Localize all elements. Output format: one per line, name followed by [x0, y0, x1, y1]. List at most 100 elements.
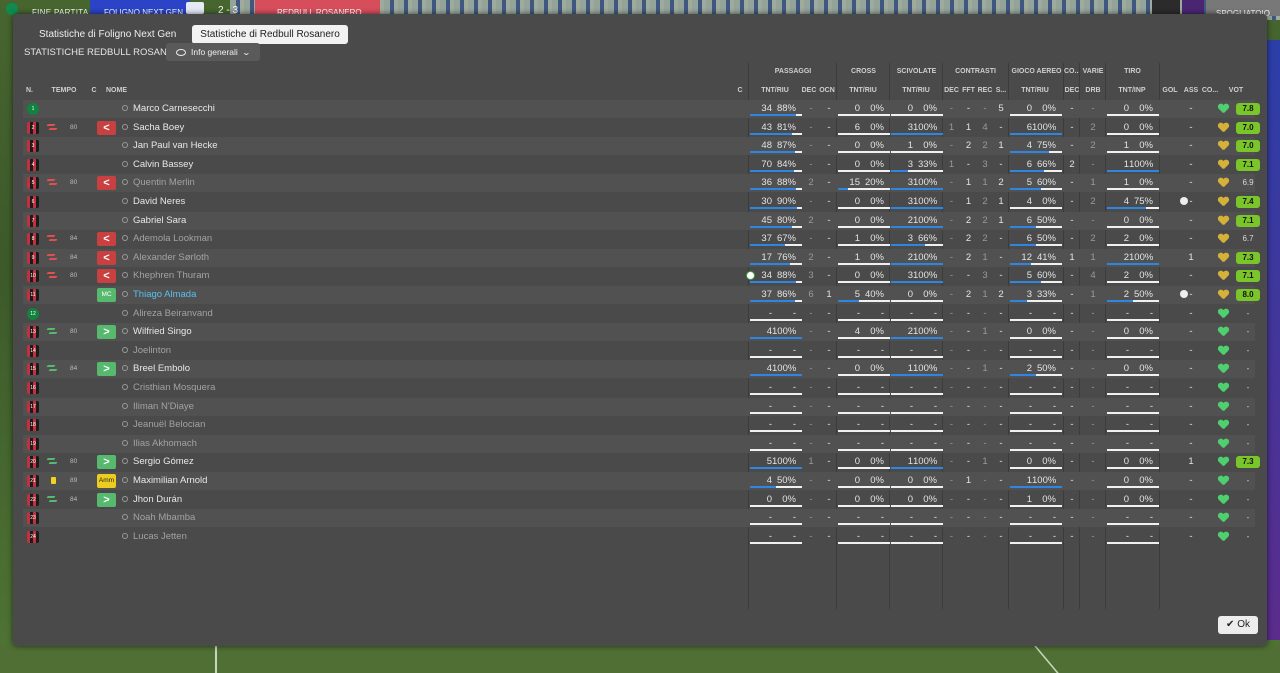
column-header-vot[interactable]: VOT [1223, 87, 1249, 94]
recoveries: 1 [982, 177, 988, 189]
aerial-bar-fill [1010, 300, 1028, 302]
column-header-s[interactable]: S... [994, 87, 1008, 94]
column-header-aer_tnt[interactable]: TNT/RIU [1011, 87, 1059, 94]
column-header-rec[interactable]: REC [977, 87, 993, 94]
player-name[interactable]: Breel Embolo [133, 360, 190, 378]
table-row[interactable]: 22 84 > Jhon Durán 0 0% - -0 0% 0 0% - - - -1 0% - -0 0% - - [23, 491, 1255, 509]
player-name[interactable]: Ademola Lookman [133, 230, 212, 248]
fouls: - [966, 530, 971, 542]
column-header-fft[interactable]: FFT [961, 87, 976, 94]
column-header-c2[interactable]: C [735, 87, 745, 94]
player-name[interactable]: Jhon Durán [133, 491, 182, 509]
aerial-bar-fill [1010, 151, 1049, 154]
tab-away-stats[interactable]: Statistiche di Redbull Rosanero [192, 25, 348, 44]
column-header-nome[interactable]: NOME [106, 87, 146, 94]
player-name[interactable]: Quentin Merlin [133, 174, 195, 192]
ok-button[interactable]: ✔ Ok [1218, 616, 1258, 634]
condition-heart-icon [1218, 327, 1228, 337]
player-name[interactable]: Alexander Sørloth [133, 249, 209, 267]
dribbles-decisive: - [1070, 344, 1074, 356]
table-row[interactable]: 15 84 > Breel Embolo 4 100% - -0 0% 1 100% - -1-2 50%… [23, 360, 1255, 379]
crosses-bar [838, 300, 890, 302]
column-header-ocn[interactable]: OCN [819, 87, 835, 94]
player-name[interactable]: Sergio Gómez [133, 453, 194, 471]
table-row[interactable]: 4 Calvin Bassey 70 84% - -0 0% 3 33% 1-3-6 66% 2-1 1… [23, 156, 1260, 174]
table-row[interactable]: 23 Noah Mbamba - - - - - - - - - - - - - - - - - - - - [23, 509, 1255, 528]
table-row[interactable]: 6 David Neres 30 90% - -0 0% 3 100% -1 2 1 4 0% -2 4 75%… [23, 193, 1260, 211]
column-header-gol[interactable]: GOL [1160, 87, 1180, 94]
player-name[interactable]: David Neres [133, 193, 185, 211]
table-row[interactable]: 9 84 < Alexander Sørloth 17 76% 2-1 0% 2 100% -2 1-… [23, 248, 1260, 267]
column-header-cross_tnt[interactable]: TNT/RIU [839, 87, 887, 94]
player-name[interactable]: Calvin Bassey [133, 156, 193, 174]
column-header-con_dec[interactable]: DEC [944, 87, 959, 94]
team-tabs: Statistiche di Foligno Next Gen Statisti… [31, 25, 348, 44]
table-row[interactable]: 19 Ilias Akhomach - - - - - - - - - - - - - - - - - - - - [23, 434, 1255, 453]
player-name[interactable]: Alireza Beiranvand [133, 305, 213, 323]
player-name[interactable]: Iliman N'Diaye [133, 398, 194, 416]
substitution-icon [46, 179, 58, 186]
table-row[interactable]: 24 Lucas Jetten - - - - - - - - - - - - - - - - - - - - [23, 528, 1255, 546]
table-row[interactable]: 12 Alireza Beiranvand - - - - - - - - - - - - - - - - - - - - [23, 305, 1255, 323]
player-name[interactable]: Joelinton [133, 342, 171, 360]
shots-bar [1107, 300, 1159, 302]
player-name[interactable]: Jeanuël Belocian [133, 416, 205, 434]
player-name[interactable]: Cristhian Mosquera [133, 379, 215, 397]
player-name[interactable]: Maximilian Arnold [133, 472, 207, 490]
table-row[interactable]: 1 Marco Carnesecchi 34 88% - -0 0% 0 0% - - -5 0 0% - -… [23, 100, 1260, 118]
table-row[interactable]: 7 Gabriel Sara 45 80% 2-0 0% 2 100% -2 2 1 6 50% - -0 0… [23, 211, 1260, 230]
table-row[interactable]: 13 80 > Wilfried Singo 4 100% - -4 0% 2 100% - -1-0 0… [23, 323, 1255, 342]
column-header-c[interactable]: C [89, 87, 99, 94]
column-header-co2[interactable]: CO... [1200, 87, 1220, 94]
blocks: - [999, 121, 1003, 133]
table-row[interactable]: 8 84 < Ademola Lookman 37 67% - -1 0% 3 66% -2 2-6 50… [23, 230, 1255, 248]
table-row[interactable]: 11 MC Thiago Almada 37 86% 6 1 5 40% 0 0% -2 1 2 3 33% -… [23, 286, 1260, 304]
tackles-bar [891, 374, 943, 377]
passes-bar [750, 467, 802, 470]
player-name[interactable]: Wilfried Singo [133, 323, 192, 341]
player-name[interactable]: Thiago Almada [133, 286, 196, 304]
table-row[interactable]: 20 80 > Sergio Gómez 5 100% 1-0 0% 1 100% - -1-0 0% -… [23, 453, 1260, 471]
player-name[interactable]: Lucas Jetten [133, 528, 187, 546]
player-name[interactable]: Ilias Akhomach [133, 435, 197, 453]
aerial-bar [1010, 132, 1062, 135]
column-header-pass_tnt[interactable]: TNT/RIU [751, 87, 799, 94]
substitution-icon [46, 365, 58, 372]
shots-bar [1107, 448, 1159, 451]
player-name[interactable]: Khephren Thuram [133, 267, 209, 285]
table-row[interactable]: 2 80 < Sacha Boey 43 81% - -6 0% 3 100% 1 1 4-6 100% -2… [23, 119, 1260, 137]
aerial-bar-fill [1010, 262, 1032, 265]
player-name[interactable]: Jan Paul van Hecke [133, 137, 218, 155]
column-header-dec[interactable]: DEC [801, 87, 817, 94]
dribbles: - [1091, 214, 1095, 226]
column-header-drb[interactable]: DRB [1081, 87, 1105, 94]
player-name[interactable]: Gabriel Sara [133, 212, 186, 230]
table-row[interactable]: 18 Jeanuël Belocian - - - - - - - - - - - - - - - - - - - - [23, 416, 1255, 434]
dribbles-decisive: - [1070, 233, 1074, 245]
player-name[interactable]: Noah Mbamba [133, 509, 195, 527]
column-header-n[interactable]: N. [26, 87, 40, 94]
table-row[interactable]: 17 Iliman N'Diaye - - - - - - - - - - - - - - - - - - - - [23, 397, 1255, 416]
column-header-tiro_tnt[interactable]: TNT/INP [1108, 87, 1156, 94]
passes-bar-fill [750, 486, 776, 488]
tab-home-stats[interactable]: Statistiche di Foligno Next Gen [31, 25, 184, 44]
role-badge-label: < [103, 251, 110, 264]
column-header-co_dec[interactable]: DEC [1064, 87, 1080, 94]
column-header-tempo[interactable]: TEMPO [49, 87, 79, 94]
player-name[interactable]: Sacha Boey [133, 119, 184, 137]
table-row[interactable]: 3 Jan Paul van Hecke 48 87% - -0 0% 1 0% -2 2 1 4 75%… [23, 137, 1260, 156]
match-rating: 7.1 [1236, 214, 1260, 227]
table-row[interactable]: 16 Cristhian Mosquera - - - - - - - - - - - - - - - - - - - - [23, 379, 1255, 397]
table-row[interactable]: 5 80 < Quentin Merlin 36 88% 2-15 20% 3 100% -1 1 2 5… [23, 174, 1255, 193]
recoveries: 3 [982, 158, 988, 170]
player-name[interactable]: Marco Carnesecchi [133, 100, 215, 118]
aerial-bar-fill [1010, 225, 1036, 228]
table-row[interactable]: 10 80 < Khephren Thuram 34 88% 3-0 0% 3 100% - -3-5… [23, 267, 1260, 285]
view-select[interactable]: Info generali ⌄ [166, 43, 260, 61]
minutes-played: 84 [70, 253, 78, 261]
table-row[interactable]: 14 Joelinton - - - - - - - - - - - - - - - - - - - - [23, 342, 1255, 360]
column-header-ass[interactable]: ASS [1182, 87, 1200, 94]
match-rating: 7.4 [1236, 196, 1260, 208]
column-header-sciv_tnt[interactable]: TNT/RIU [892, 87, 940, 94]
table-row[interactable]: 21 89 Amm Maximilian Arnold 4 50% - -0 0% 0 0% -1- -… [23, 472, 1255, 490]
